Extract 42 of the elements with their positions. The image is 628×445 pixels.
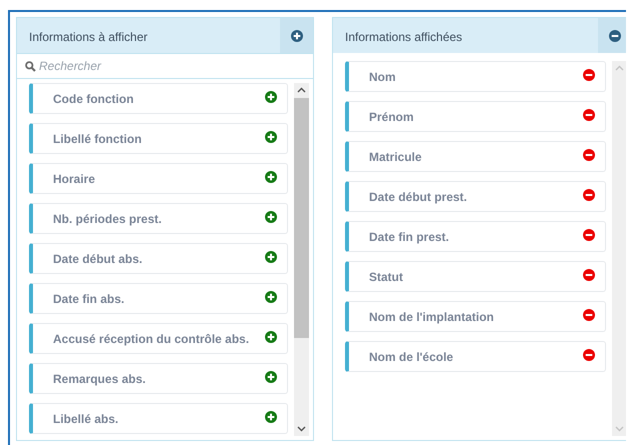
- field-item[interactable]: Matricule: [345, 141, 606, 172]
- add-icon[interactable]: [265, 250, 277, 262]
- field-item[interactable]: Date fin abs.: [29, 283, 288, 314]
- field-item[interactable]: Nom de l'implantation: [345, 301, 606, 332]
- add-icon[interactable]: [265, 170, 277, 182]
- field-item[interactable]: Remarques abs.: [29, 363, 288, 394]
- remove-icon: [608, 30, 620, 42]
- remove-all-button[interactable]: [598, 18, 626, 53]
- field-item[interactable]: Date début prest.: [345, 181, 606, 212]
- field-item[interactable]: Libellé fonction: [29, 123, 288, 154]
- add-icon[interactable]: [265, 290, 277, 302]
- search-icon: [25, 60, 36, 72]
- remove-icon[interactable]: [583, 188, 595, 200]
- field-item[interactable]: Statut: [345, 261, 606, 292]
- field-item[interactable]: Date début abs.: [29, 243, 288, 274]
- remove-icon[interactable]: [583, 68, 595, 80]
- add-icon[interactable]: [265, 90, 277, 102]
- field-item[interactable]: Date fin prest.: [345, 221, 606, 252]
- add-icon[interactable]: [265, 410, 277, 422]
- field-item[interactable]: Prénom: [345, 101, 606, 132]
- add-icon: [290, 30, 302, 42]
- remove-icon[interactable]: [583, 348, 595, 360]
- add-all-button[interactable]: [280, 18, 313, 53]
- field-item[interactable]: Accusé réception du contrôle abs.: [29, 323, 288, 354]
- panel-title: Informations à afficher: [28, 29, 149, 46]
- field-item[interactable]: Horaire: [29, 163, 288, 194]
- remove-icon[interactable]: [583, 308, 595, 320]
- add-icon[interactable]: [265, 210, 277, 222]
- remove-icon[interactable]: [583, 148, 595, 160]
- add-icon[interactable]: [265, 370, 277, 382]
- remove-icon[interactable]: [583, 108, 595, 120]
- field-item[interactable]: Nb. périodes prest.: [29, 203, 288, 234]
- field-item[interactable]: Nom: [345, 61, 606, 92]
- remove-icon[interactable]: [583, 228, 595, 240]
- remove-icon[interactable]: [583, 268, 595, 280]
- field-item[interactable]: Code fonction: [29, 83, 288, 114]
- field-item[interactable]: Nom de l'école: [345, 341, 606, 372]
- scrollbar[interactable]: [294, 83, 309, 436]
- panel-title: Informations affichées: [344, 29, 464, 46]
- add-icon[interactable]: [265, 130, 277, 142]
- add-icon[interactable]: [265, 330, 277, 342]
- field-item[interactable]: Libellé abs.: [29, 403, 288, 434]
